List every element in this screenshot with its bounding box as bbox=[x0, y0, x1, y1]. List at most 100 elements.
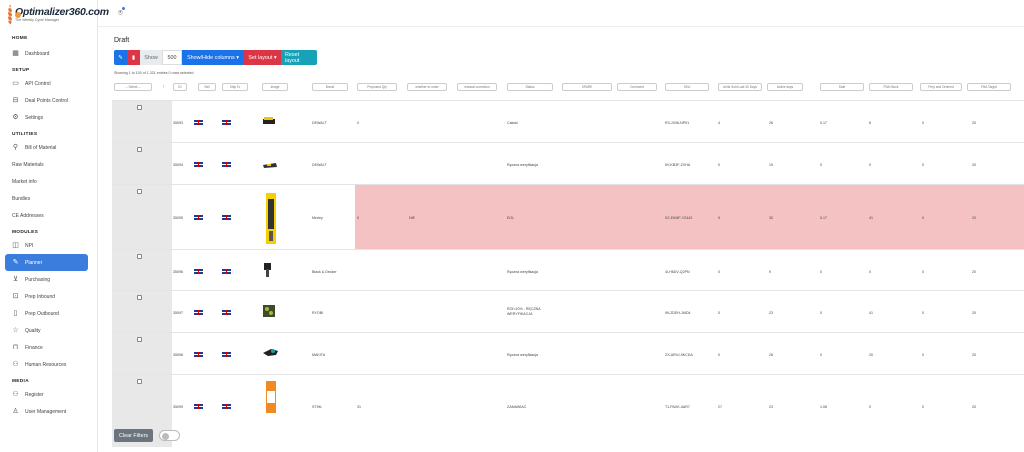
uk-flag-icon bbox=[222, 162, 231, 167]
cell-sale: 1.08 bbox=[820, 405, 827, 409]
row-checkbox[interactable] bbox=[137, 147, 142, 152]
cell-units-sold: 0 bbox=[718, 311, 720, 315]
star-icon: ☆ bbox=[12, 327, 19, 334]
header-fba-target[interactable]: FBA Target bbox=[967, 83, 1011, 91]
set-layout-button[interactable]: Set layout ▾ bbox=[244, 50, 281, 65]
bell-icon[interactable]: ⍟ bbox=[118, 7, 125, 18]
sidebar-item-user-management[interactable]: ♙ User Management bbox=[0, 403, 97, 420]
header-manual-correction[interactable]: manual correction bbox=[457, 83, 497, 91]
sidebar-item-bill-of-material[interactable]: ⚲ Bill of Material bbox=[0, 139, 97, 156]
reset-layout-button[interactable]: Reset layout bbox=[281, 50, 317, 65]
table-row[interactable]: 35093 DEWALT 0 Całość R3-JX06-NP91 4 26 … bbox=[112, 100, 1024, 142]
cell-active-days: 30 bbox=[769, 216, 773, 220]
cell-status: ZAMAWIAĆ bbox=[507, 405, 527, 409]
header-whether-to-order[interactable]: whether to order bbox=[407, 83, 447, 91]
sidebar-item-purchasing[interactable]: ⊻ Purchasing bbox=[0, 271, 97, 288]
sidebar-item-label: Quality bbox=[25, 327, 41, 334]
row-checkbox[interactable] bbox=[137, 105, 142, 110]
header-ship-to[interactable]: Ship To bbox=[222, 83, 248, 91]
sidebar-item-register[interactable]: ⚇ Register bbox=[0, 386, 97, 403]
cell-fba-target: 20 bbox=[972, 270, 976, 274]
table-info: Showing 1 to 100 of 1,321 entries 0 rows… bbox=[114, 71, 194, 75]
cell-fba-target: 20 bbox=[972, 216, 976, 220]
row-checkbox[interactable] bbox=[137, 379, 142, 384]
bag-icon: ⊓ bbox=[12, 344, 19, 351]
header-fba-stock[interactable]: FBA Stock bbox=[869, 83, 913, 91]
sort-icon[interactable]: ↑ bbox=[162, 84, 165, 90]
cell-prep-ordered: 0 bbox=[922, 353, 924, 357]
table-row[interactable]: 35097 RYOBI ROI<10% - RĘCZNA WERYFIKACJA… bbox=[112, 290, 1024, 332]
sidebar-item-finance[interactable]: ⊓ Finance bbox=[0, 339, 97, 356]
header-sale[interactable]: Sale bbox=[820, 83, 864, 91]
cell-fba-stock: 41 bbox=[869, 216, 873, 220]
header-status[interactable]: Status bbox=[507, 83, 553, 91]
table-row[interactable]: 35095 Merley 0 NIE EOL K2-EKMF-YZ442 5 3… bbox=[112, 184, 1024, 249]
header-brand[interactable]: Brand bbox=[312, 83, 348, 91]
select-filter[interactable]: -- Select -- bbox=[114, 83, 152, 91]
cell-sale: 0 bbox=[820, 311, 822, 315]
header-active-days[interactable]: Active days bbox=[767, 83, 803, 91]
delete-button[interactable]: ▮ bbox=[127, 50, 140, 65]
sidebar-item-prep-outbound[interactable]: ▯ Prep Outbound bbox=[0, 305, 97, 322]
header-id[interactable]: ID bbox=[173, 83, 187, 91]
clipboard-icon: ▯ bbox=[13, 310, 18, 317]
logo[interactable]: Optimalizer360.com The Weekly Cycle Mana… bbox=[0, 0, 109, 30]
header-image[interactable]: Image bbox=[262, 83, 288, 91]
table-row[interactable]: 35099 STIHL 31 ZAMAWIAĆ T1-PAXK-4AR7 27 … bbox=[112, 374, 1024, 447]
sidebar-item-dashboard[interactable]: ▦ Dashboard bbox=[0, 45, 97, 62]
row-checkbox[interactable] bbox=[137, 189, 142, 194]
cell-brand: MAKITA bbox=[312, 353, 326, 357]
sidebar-item-npi[interactable]: ◫ NPI bbox=[0, 237, 97, 254]
product-image[interactable] bbox=[264, 191, 278, 246]
sidebar-item-human-resources[interactable]: ⚇ Human Resources bbox=[0, 356, 97, 373]
row-checkbox[interactable] bbox=[137, 254, 142, 259]
product-image[interactable] bbox=[262, 261, 274, 279]
header-units-sold[interactable]: Units Sold Last 30 Days bbox=[718, 83, 762, 91]
sidebar-item-ce-addresses[interactable]: CE Addresses bbox=[0, 207, 97, 224]
sidebar-item-label: User Management bbox=[25, 408, 67, 415]
header-spare[interactable]: SPARE bbox=[562, 83, 612, 91]
sidebar-item-quality[interactable]: ☆ Quality bbox=[0, 322, 97, 339]
cell-active-days: 26 bbox=[769, 121, 773, 125]
product-image[interactable] bbox=[262, 113, 276, 127]
cell-id: 35095 bbox=[173, 216, 183, 220]
cell-units-sold: 0 bbox=[718, 163, 720, 167]
clear-filters-button[interactable]: Clear Filters bbox=[114, 429, 154, 442]
cell-sale: 0.17 bbox=[820, 121, 827, 125]
header-proposed-qty[interactable]: Proposed Qty bbox=[357, 83, 397, 91]
sidebar-item-planner[interactable]: ✎ Planner bbox=[5, 254, 88, 271]
edit-button[interactable]: ✎ bbox=[114, 50, 127, 65]
cell-proposed-qty: 31 bbox=[357, 405, 361, 409]
cell-status: Ręczna weryfikacja bbox=[507, 163, 538, 167]
product-image[interactable] bbox=[264, 379, 278, 415]
row-checkbox[interactable] bbox=[137, 337, 142, 342]
row-checkbox[interactable] bbox=[137, 295, 142, 300]
sidebar-item-api-control[interactable]: ▭ API Control bbox=[0, 75, 97, 92]
cell-id: 35096 bbox=[173, 270, 183, 274]
table-row[interactable]: 35098 MAKITA Ręczna weryfikacja ZX-AR0J-… bbox=[112, 332, 1024, 374]
page-length-select[interactable]: 500 bbox=[162, 50, 182, 65]
show-hide-columns-button[interactable]: Show/Hide columns ▾ bbox=[182, 50, 244, 65]
table-row[interactable]: 35096 Black & Decker Ręczna weryfikacja … bbox=[112, 249, 1024, 290]
header-sell[interactable]: Sell bbox=[198, 83, 216, 91]
sidebar-item-deal-points-control[interactable]: ⊟ Deal Points Control bbox=[0, 92, 97, 109]
cell-sku: 99-ZDEH-JMD4 bbox=[665, 311, 691, 315]
table-row[interactable]: 35094 DEWALT Ręczna weryfikacja 6V-KB3F-… bbox=[112, 142, 1024, 184]
cell-id: 35097 bbox=[173, 311, 183, 315]
sidebar-item-bundles[interactable]: Bundles bbox=[0, 190, 97, 207]
sidebar-item-market-info[interactable]: Market info bbox=[0, 173, 97, 190]
cell-active-days: 23 bbox=[769, 405, 773, 409]
cell-units-sold: 4 bbox=[718, 121, 720, 125]
header-comment[interactable]: Comment bbox=[617, 83, 657, 91]
filter-toggle[interactable] bbox=[159, 430, 181, 441]
sidebar-item-prep-inbound[interactable]: ⊡ Prep Inbound bbox=[0, 288, 97, 305]
sidebar-item-settings[interactable]: ⚙ Settings bbox=[0, 109, 97, 126]
cell-units-sold: 0 bbox=[718, 353, 720, 357]
header-sku[interactable]: SKU bbox=[665, 83, 709, 91]
header-prep-ordered[interactable]: Prep and Ordered bbox=[920, 83, 962, 91]
product-image[interactable] bbox=[262, 345, 280, 359]
sidebar-item-raw-materials[interactable]: Raw Materials bbox=[0, 156, 97, 173]
product-image[interactable] bbox=[262, 157, 278, 168]
cell-id: 35099 bbox=[173, 405, 183, 409]
product-image[interactable] bbox=[262, 304, 276, 318]
